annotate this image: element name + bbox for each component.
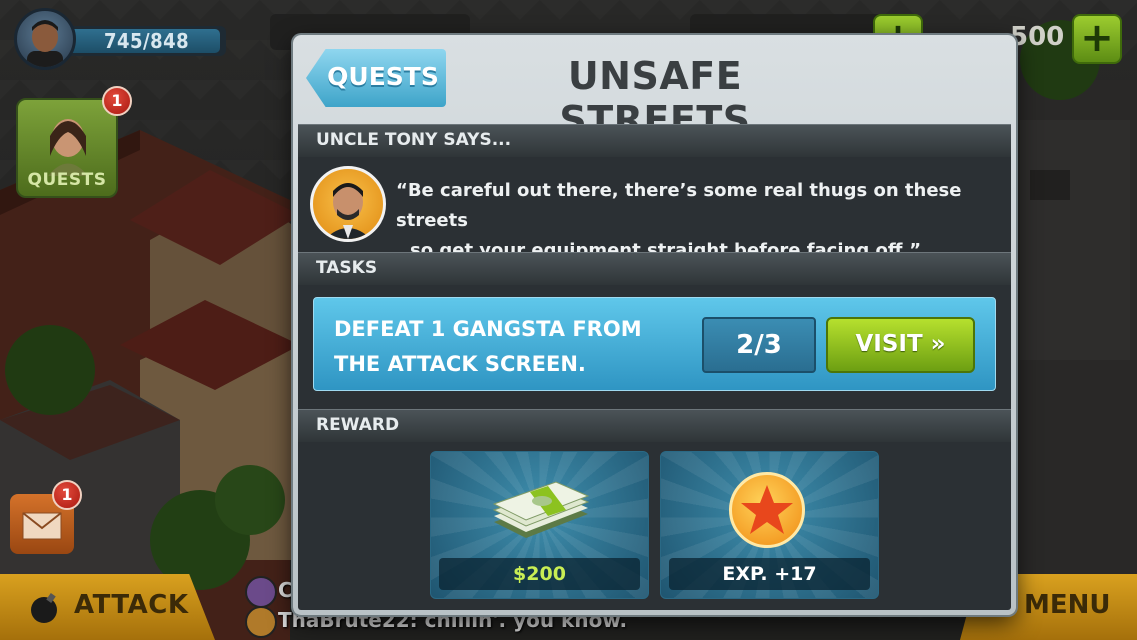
mail-notification-badge: 1 — [52, 480, 82, 510]
reward-heading: REWARD — [316, 415, 400, 435]
star-coin-icon — [729, 472, 805, 548]
chat-avatar — [245, 576, 277, 608]
speaker-heading: UNCLE TONY SAYS... — [316, 130, 512, 150]
player-face-icon — [27, 20, 63, 67]
quests-side-label: QUESTS — [27, 170, 107, 190]
bomb-icon — [31, 593, 57, 623]
health-value: 745/848 — [104, 29, 190, 53]
quote-line-1: “Be careful out there, there’s some real… — [396, 180, 962, 231]
reward-card-exp: EXP. +17 — [660, 451, 879, 599]
add-premium-button[interactable]: + — [1072, 14, 1122, 64]
chat-message: C — [278, 578, 293, 602]
uncle-tony-portrait — [310, 166, 386, 242]
tasks-section-header: TASKS — [298, 252, 1011, 285]
reward-card-cash: $200 — [430, 451, 649, 599]
quest-giver-icon — [48, 119, 88, 176]
tasks-heading: TASKS — [316, 258, 378, 278]
chat-avatar — [245, 606, 277, 638]
quests-notification-badge: 1 — [102, 86, 132, 116]
task-description: DEFEAT 1 GANGSTA FROM THE ATTACK SCREEN. — [334, 317, 642, 376]
menu-label: MENU — [1024, 590, 1111, 620]
visit-button[interactable]: VISIT » — [826, 317, 975, 373]
quests-back-label: QUESTS — [327, 62, 439, 91]
reward-exp-label: EXP. +17 — [669, 558, 870, 590]
attack-label: ATTACK — [74, 590, 189, 620]
health-bar: 745/848 — [66, 26, 226, 56]
player-avatar[interactable] — [14, 8, 76, 70]
task-progress: 2/3 — [702, 317, 816, 373]
cash-stack-icon — [492, 481, 590, 538]
reward-section-header: REWARD — [298, 409, 1011, 442]
speaker-section-header: UNCLE TONY SAYS... — [298, 124, 1011, 157]
quests-side-button[interactable]: QUESTS — [16, 98, 118, 198]
premium-currency-value: 500 — [1010, 22, 1065, 52]
envelope-icon — [22, 512, 62, 540]
star-icon — [741, 485, 793, 534]
reward-cash-label: $200 — [439, 558, 640, 590]
health-hud: 745/848 — [14, 8, 226, 70]
uncle-tony-face-icon — [325, 183, 371, 239]
